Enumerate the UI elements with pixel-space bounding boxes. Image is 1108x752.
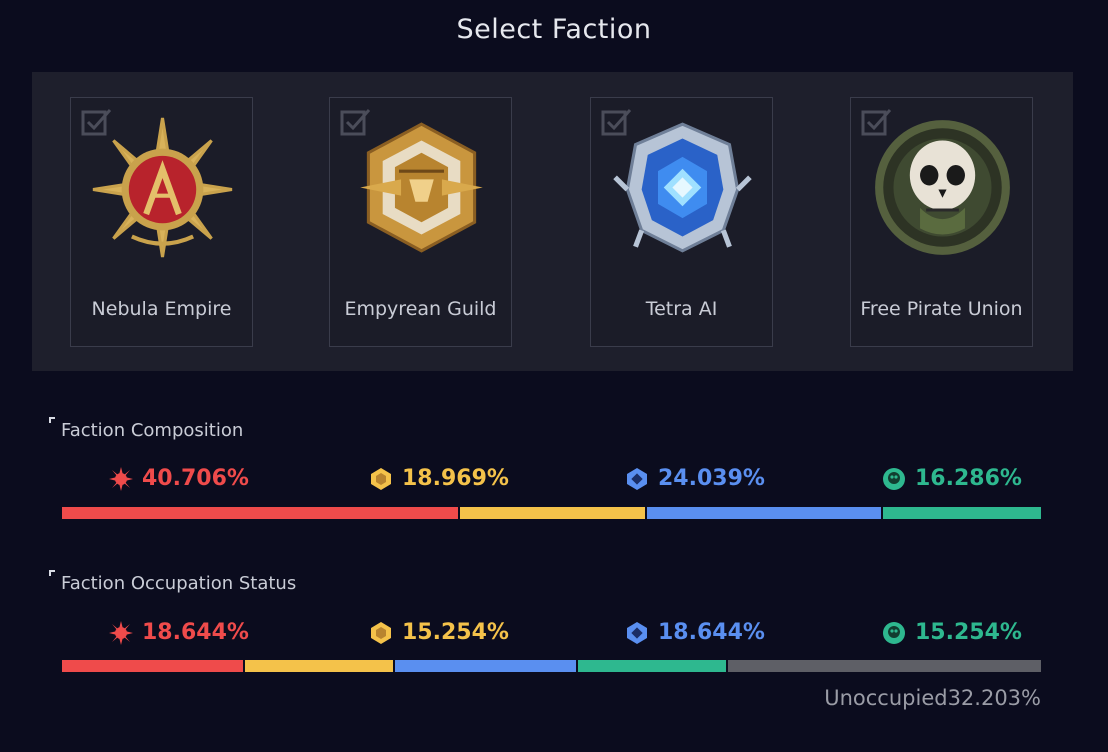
tetra-ai-icon bbox=[627, 467, 647, 490]
faction-card-free-pirate-union[interactable]: Free Pirate Union bbox=[850, 97, 1033, 347]
composition-value: 24.039% bbox=[658, 466, 765, 491]
faction-selection-panel: Nebula Empire Empyrean Guild Tetra AI Fr… bbox=[32, 72, 1073, 371]
free-pirate-union-icon bbox=[883, 467, 905, 490]
tetra-ai-icon bbox=[627, 621, 647, 644]
tetra-ai-emblem-icon bbox=[613, 122, 752, 253]
bar-segment-tetra-ai bbox=[395, 660, 577, 672]
bar-segment-empyrean-guild bbox=[460, 507, 645, 519]
section-corner-marker bbox=[49, 417, 55, 423]
composition-section-title: Faction Composition bbox=[61, 420, 244, 441]
bar-segment-empyrean-guild bbox=[245, 660, 394, 672]
faction-name: Empyrean Guild bbox=[344, 298, 497, 320]
unoccupied-label: Unoccupied32.203% bbox=[824, 686, 1041, 710]
composition-stat-tetra-ai: 24.039% bbox=[625, 466, 765, 491]
bar-segment-free-pirate-union bbox=[882, 507, 1041, 519]
section-corner-marker bbox=[49, 570, 55, 576]
faction-name: Nebula Empire bbox=[91, 298, 232, 320]
nebula-empire-emblem-icon bbox=[92, 117, 233, 258]
occupation-bar bbox=[62, 660, 1041, 672]
free-pirate-union-icon bbox=[883, 621, 905, 644]
occupation-stat-empyrean-guild: 15.254% bbox=[369, 620, 509, 645]
occupation-stat-free-pirate-union: 15.254% bbox=[882, 620, 1022, 645]
bar-segment-tetra-ai bbox=[646, 507, 881, 519]
occupation-stat-nebula-empire: 18.644% bbox=[109, 620, 249, 645]
page-title: Select Faction bbox=[456, 14, 652, 45]
composition-value: 16.286% bbox=[915, 466, 1022, 491]
occupation-value: 15.254% bbox=[402, 620, 509, 645]
composition-stat-empyrean-guild: 18.969% bbox=[369, 466, 509, 491]
empyrean-guild-icon bbox=[371, 467, 391, 490]
faction-card-nebula-empire[interactable]: Nebula Empire bbox=[70, 97, 253, 347]
occupation-stat-tetra-ai: 18.644% bbox=[625, 620, 765, 645]
faction-name: Tetra AI bbox=[645, 298, 718, 320]
occupation-section-title: Faction Occupation Status bbox=[61, 573, 297, 594]
bar-segment-nebula-empire bbox=[62, 507, 459, 519]
bar-segment-unoccupied bbox=[728, 660, 1041, 672]
composition-value: 18.969% bbox=[402, 466, 509, 491]
occupation-value: 18.644% bbox=[658, 620, 765, 645]
occupation-value: 15.254% bbox=[915, 620, 1022, 645]
bar-segment-free-pirate-union bbox=[578, 660, 727, 672]
nebula-empire-icon bbox=[109, 620, 133, 645]
composition-value: 40.706% bbox=[142, 466, 249, 491]
composition-bar bbox=[62, 507, 1041, 519]
empyrean-guild-icon bbox=[371, 621, 391, 644]
bar-segment-nebula-empire bbox=[62, 660, 244, 672]
composition-stat-nebula-empire: 40.706% bbox=[109, 466, 249, 491]
empyrean-guild-emblem-icon bbox=[360, 122, 483, 253]
faction-card-tetra-ai[interactable]: Tetra AI bbox=[590, 97, 773, 347]
occupation-value: 18.644% bbox=[142, 620, 249, 645]
free-pirate-union-emblem-icon bbox=[875, 120, 1010, 255]
faction-card-empyrean-guild[interactable]: Empyrean Guild bbox=[329, 97, 512, 347]
faction-name: Free Pirate Union bbox=[860, 298, 1023, 320]
nebula-empire-icon bbox=[109, 466, 133, 491]
composition-stat-free-pirate-union: 16.286% bbox=[882, 466, 1022, 491]
